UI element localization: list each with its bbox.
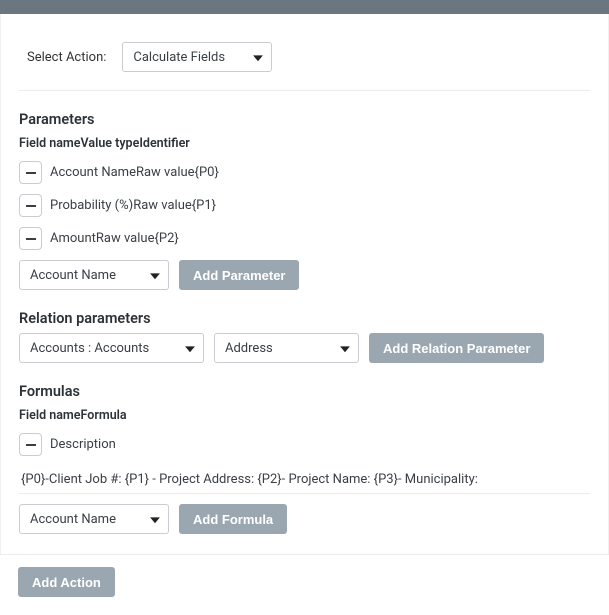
formula-field-value: Account Name: [30, 512, 116, 527]
parameter-field-select[interactable]: Account Name: [19, 260, 169, 290]
formula-expression: {P0}-Client Job #: {P1} - Project Addres…: [19, 466, 590, 494]
add-relation-row: Accounts : Accounts Address Add Relation…: [19, 333, 590, 363]
remove-parameter-button[interactable]: [19, 161, 42, 184]
relation-source-value: Accounts : Accounts: [30, 341, 149, 356]
formula-field-select[interactable]: Account Name: [19, 504, 169, 534]
parameter-text: AmountRaw value{P2}: [50, 231, 179, 246]
add-parameter-button[interactable]: Add Parameter: [179, 260, 299, 290]
relation-source-select[interactable]: Accounts : Accounts: [19, 333, 204, 363]
top-bar: [0, 0, 609, 14]
minus-icon: [26, 238, 36, 240]
minus-icon: [26, 205, 36, 207]
panel: Select Action: Calculate Fields Paramete…: [0, 14, 609, 554]
add-formula-button[interactable]: Add Formula: [179, 504, 287, 534]
parameter-text: Probability (%)Raw value{P1}: [50, 198, 216, 213]
relation-parameters-title: Relation parameters: [19, 310, 590, 327]
remove-parameter-button[interactable]: [19, 227, 42, 250]
col-field-name: Field name: [19, 408, 81, 423]
parameter-row: AmountRaw value{P2}: [19, 227, 590, 250]
add-parameter-row: Account Name Add Parameter: [19, 260, 590, 290]
parameters-header: Field nameValue typeIdentifier: [19, 136, 590, 151]
action-select[interactable]: Calculate Fields: [122, 42, 272, 72]
col-identifier: Identifier: [139, 136, 189, 151]
parameter-row: Probability (%)Raw value{P1}: [19, 194, 590, 217]
col-field-name: Field name: [19, 136, 81, 151]
parameters-title: Parameters: [19, 111, 590, 128]
relation-field-select[interactable]: Address: [214, 333, 359, 363]
footer-row: Add Action: [0, 554, 609, 615]
caret-down-icon: [185, 341, 195, 356]
formula-field: Description: [50, 437, 116, 452]
add-action-button[interactable]: Add Action: [18, 567, 115, 597]
parameter-row: Account NameRaw value{P0}: [19, 161, 590, 184]
col-value-type: Value type: [81, 136, 140, 151]
add-formula-row: Account Name Add Formula: [19, 504, 590, 534]
caret-down-icon: [340, 341, 350, 356]
formula-row: Description: [19, 433, 590, 456]
remove-formula-button[interactable]: [19, 433, 42, 456]
caret-down-icon: [150, 268, 160, 283]
caret-down-icon: [253, 50, 263, 65]
col-formula: Formula: [81, 408, 127, 423]
remove-parameter-button[interactable]: [19, 194, 42, 217]
add-relation-parameter-button[interactable]: Add Relation Parameter: [369, 333, 544, 363]
minus-icon: [26, 444, 36, 446]
select-action-row: Select Action: Calculate Fields: [19, 26, 590, 91]
formulas-header: Field nameFormula: [19, 408, 590, 423]
formulas-title: Formulas: [19, 383, 590, 400]
caret-down-icon: [150, 512, 160, 527]
parameter-text: Account NameRaw value{P0}: [50, 165, 219, 180]
relation-field-value: Address: [225, 341, 273, 356]
minus-icon: [26, 172, 36, 174]
action-select-value: Calculate Fields: [133, 50, 225, 65]
parameter-field-value: Account Name: [30, 268, 116, 283]
select-action-label: Select Action:: [27, 50, 106, 65]
